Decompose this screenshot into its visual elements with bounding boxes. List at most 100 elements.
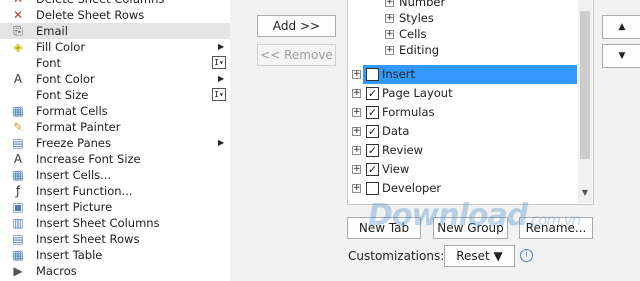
expand-icon[interactable]: +	[352, 127, 361, 136]
function-icon: ƒ	[15, 184, 21, 198]
tree-tab-item[interactable]: + ✓ View	[348, 160, 588, 179]
tree-tab-item[interactable]: + Insert	[348, 65, 588, 84]
command-label: Freeze Panes	[36, 136, 111, 150]
fill-color-icon: ◈	[13, 40, 23, 54]
tree-tab-item[interactable]: + ✓ Data	[348, 122, 588, 141]
tree-tab-item[interactable]: + ✓ Page Layout	[348, 84, 588, 103]
remove-button-label: << Remove	[260, 48, 333, 62]
tree-tab-label: Formulas	[382, 105, 435, 119]
tab-checkbox[interactable]	[366, 182, 379, 195]
tab-checkbox[interactable]	[366, 68, 379, 81]
move-up-button[interactable]: ▲	[602, 15, 640, 39]
tree-tab-item[interactable]: + Developer	[348, 179, 588, 198]
expand-icon[interactable]: +	[352, 89, 361, 98]
tree-tab-label: View	[382, 162, 410, 176]
tree-tab-label: Page Layout	[382, 86, 453, 100]
scroll-down-arrow-icon[interactable]: ▼	[580, 188, 590, 197]
command-label: Insert Sheet Columns	[36, 216, 160, 230]
move-down-button[interactable]: ▼	[602, 44, 640, 68]
expand-icon[interactable]: +	[385, 30, 394, 39]
format-cells-icon: ▦	[12, 104, 24, 118]
command-label: Fill Color	[36, 40, 86, 54]
tab-checkbox[interactable]: ✓	[366, 125, 379, 138]
tab-checkbox[interactable]: ✓	[366, 144, 379, 157]
info-icon: i	[520, 249, 533, 262]
command-label: Insert Function...	[36, 184, 133, 198]
command-item[interactable]: ▣ Insert Picture	[0, 199, 230, 215]
macros-icon: ▶	[13, 264, 23, 278]
command-label: Font Size	[36, 88, 89, 102]
command-item[interactable]: Font I▾	[0, 55, 230, 71]
customizations-label: Customizations:	[348, 249, 445, 263]
command-item[interactable]: ▤ Insert Sheet Rows	[0, 231, 230, 247]
remove-button[interactable]: << Remove	[257, 44, 336, 66]
command-label: Font	[36, 56, 62, 70]
command-label: Insert Picture	[36, 200, 113, 214]
tab-checkbox[interactable]: ✓	[366, 106, 379, 119]
command-label: Format Cells	[36, 104, 108, 118]
command-item[interactable]: ▥ Insert Sheet Columns	[0, 215, 230, 231]
format-painter-icon: ✎	[12, 120, 24, 134]
expand-icon[interactable]: +	[385, 46, 394, 55]
tree-tab-label: Insert	[382, 67, 415, 81]
command-item[interactable]: ▦ Format Cells	[0, 103, 230, 119]
freeze-panes-icon: ▤	[12, 136, 24, 150]
command-item[interactable]: A Font Color ▶	[0, 71, 230, 87]
command-item[interactable]: ✕ Delete Sheet Rows	[0, 7, 230, 23]
reset-dropdown-button[interactable]: Reset ▼	[444, 245, 515, 267]
expand-icon[interactable]: +	[385, 14, 394, 23]
watermark-logo: Download.com.vn	[368, 198, 581, 233]
command-label: Format Painter	[36, 120, 121, 134]
command-item[interactable]: ✎ Format Painter	[0, 119, 230, 135]
command-item[interactable]: ▦ Insert Table	[0, 247, 230, 263]
font-color-icon: A	[13, 72, 23, 86]
command-item[interactable]: ✕ Delete Sheet Columns	[0, 0, 230, 7]
command-item[interactable]: ◈ Fill Color ▶	[0, 39, 230, 55]
increase-font-size-icon: A	[13, 152, 23, 166]
commands-list[interactable]: ✕Delete Sheet Columns✕Delete Sheet Rows⎘…	[0, 0, 230, 281]
command-item[interactable]: ▤ Freeze Panes ▶	[0, 135, 230, 151]
submenu-arrow-icon: ▶	[218, 42, 225, 51]
command-label: Font Color	[36, 72, 95, 86]
combo-box-icon: I▾	[212, 88, 226, 101]
tree-tab-label: Data	[382, 124, 410, 138]
ribbon-tree-scrollbar[interactable]: ▼	[578, 0, 592, 203]
command-label: Insert Sheet Rows	[36, 232, 140, 246]
tree-group-label: Editing	[399, 43, 440, 57]
command-label: Delete Sheet Columns	[36, 0, 164, 7]
command-item[interactable]: ƒ Insert Function...	[0, 183, 230, 199]
insert-rows-icon: ▤	[12, 232, 24, 246]
tab-checkbox[interactable]: ✓	[366, 87, 379, 100]
add-button[interactable]: Add >>	[257, 15, 336, 37]
tab-checkbox[interactable]: ✓	[366, 163, 379, 176]
expand-icon[interactable]: +	[352, 146, 361, 155]
move-up-icon: ▲	[618, 22, 626, 32]
command-label: Delete Sheet Rows	[36, 8, 145, 22]
expand-icon[interactable]: +	[352, 108, 361, 117]
expand-icon[interactable]: +	[352, 184, 361, 193]
command-label: Insert Cells...	[36, 168, 112, 182]
expand-icon[interactable]: +	[352, 70, 361, 79]
expand-icon[interactable]: +	[385, 0, 394, 7]
picture-icon: ▣	[12, 200, 24, 214]
reset-label: Reset ▼	[456, 249, 503, 263]
scroll-thumb[interactable]	[580, 11, 590, 159]
command-item[interactable]: Font Size I▾	[0, 87, 230, 103]
tree-tab-item[interactable]: + ✓ Review	[348, 141, 588, 160]
delete-columns-icon: ✕	[11, 0, 25, 6]
watermark-main: Download	[368, 198, 528, 233]
commands-list-scrollbar[interactable]	[231, 0, 242, 277]
table-icon: ▦	[12, 248, 24, 262]
command-item[interactable]: ▦ Insert Cells...	[0, 167, 230, 183]
delete-rows-icon: ✕	[12, 8, 24, 22]
watermark-suffix: .com.vn	[527, 211, 581, 229]
tree-tab-item[interactable]: + ✓ Formulas	[348, 103, 588, 122]
command-label: Insert Table	[36, 248, 103, 262]
ribbon-tabs-tree[interactable]: + Number + Styles + Cells + Editing + Insert + ✓ Pag…	[347, 0, 594, 205]
move-down-icon: ▼	[618, 51, 626, 61]
expand-icon[interactable]: +	[352, 165, 361, 174]
command-item[interactable]: A Increase Font Size	[0, 151, 230, 167]
command-item[interactable]: ⎘ Email	[0, 23, 230, 39]
insert-columns-icon: ▥	[12, 216, 24, 230]
paperclip-icon: ⎘	[13, 24, 23, 38]
